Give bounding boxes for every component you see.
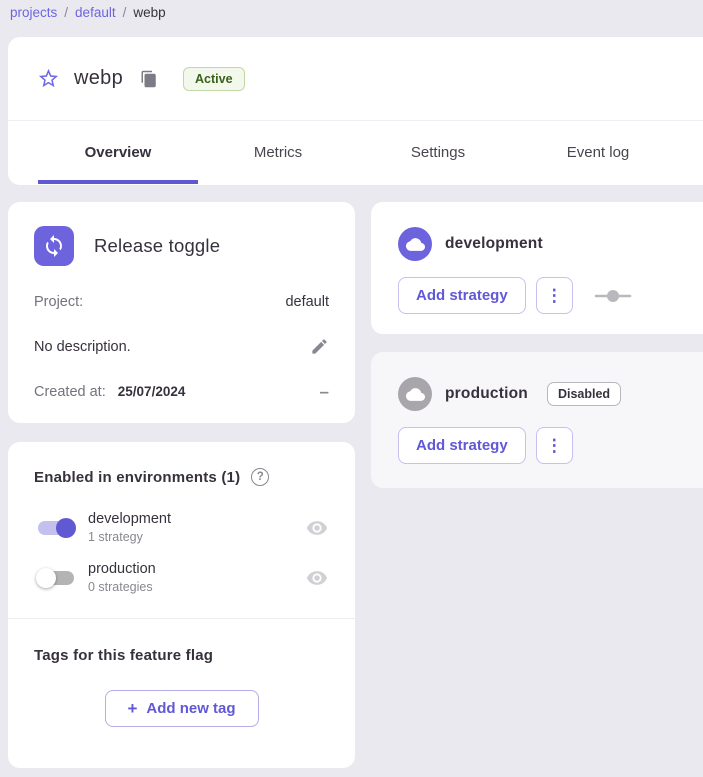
environment-row-production: production 0 strategies xyxy=(34,561,329,594)
add-new-tag-button[interactable]: + Add new tag xyxy=(105,690,259,727)
tab-overview[interactable]: Overview xyxy=(38,121,198,184)
created-at-row: Created at: 25/07/2024 – xyxy=(34,383,329,400)
environment-menu-button[interactable]: ⋮ xyxy=(536,427,573,464)
breadcrumb: projects / default / webp xyxy=(10,0,166,24)
feature-header-card: webp Active Overview Metrics Settings Ev… xyxy=(8,37,703,185)
favorite-star-icon[interactable] xyxy=(36,67,60,91)
disabled-badge: Disabled xyxy=(547,382,621,406)
created-at-label: Created at: xyxy=(34,384,106,400)
add-new-tag-label: Add new tag xyxy=(146,700,235,717)
tab-settings-label: Settings xyxy=(411,144,465,161)
tab-overview-label: Overview xyxy=(85,144,152,161)
plus-icon: + xyxy=(127,700,137,717)
environment-card-header: production Disabled xyxy=(398,377,703,411)
project-row: Project: default xyxy=(34,294,329,310)
release-toggle-icon xyxy=(34,226,74,266)
environment-card-header: development xyxy=(398,227,703,261)
cloud-icon xyxy=(398,377,432,411)
cloud-icon xyxy=(398,227,432,261)
environment-card-name: production xyxy=(445,385,528,403)
tab-event-log[interactable]: Event log xyxy=(518,121,678,184)
kebab-icon: ⋮ xyxy=(546,287,563,304)
collapse-details-icon[interactable]: – xyxy=(320,383,329,400)
tab-metrics[interactable]: Metrics xyxy=(198,121,358,184)
feature-title-row: webp Active xyxy=(8,37,703,121)
copy-name-icon[interactable] xyxy=(139,69,159,89)
section-divider xyxy=(8,618,355,619)
breadcrumb-separator: / xyxy=(64,5,68,20)
add-strategy-button[interactable]: Add strategy xyxy=(398,277,526,314)
environments-panel: Enabled in environments (1) ? developmen… xyxy=(8,442,355,768)
environment-card-development: development Add strategy ⋮ xyxy=(371,202,703,334)
environment-card-production: production Disabled Add strategy ⋮ xyxy=(371,352,703,488)
environment-row-development: development 1 strategy xyxy=(34,511,329,544)
breadcrumb-link-projects[interactable]: projects xyxy=(10,5,57,20)
environment-name: production xyxy=(88,561,305,577)
environment-card-name: development xyxy=(445,235,543,253)
breadcrumb-link-default[interactable]: default xyxy=(75,5,116,20)
environment-strategy-count: 1 strategy xyxy=(88,530,305,544)
environment-strategy-count: 0 strategies xyxy=(88,580,305,594)
tab-settings[interactable]: Settings xyxy=(358,121,518,184)
toggle-thumb xyxy=(56,518,76,538)
production-toggle[interactable] xyxy=(34,566,78,590)
breadcrumb-current-page: webp xyxy=(133,5,165,20)
tags-section-title: Tags for this feature flag xyxy=(34,647,329,664)
environment-texts: development 1 strategy xyxy=(88,511,305,544)
add-strategy-button[interactable]: Add strategy xyxy=(398,427,526,464)
page-title: webp xyxy=(74,67,123,90)
project-value: default xyxy=(285,294,329,310)
environment-texts: production 0 strategies xyxy=(88,561,305,594)
environments-panel-header: Enabled in environments (1) ? xyxy=(34,468,329,486)
preview-eye-icon[interactable] xyxy=(305,566,329,590)
feature-type-label: Release toggle xyxy=(94,235,220,257)
feature-tabs: Overview Metrics Settings Event log xyxy=(8,121,703,184)
strategy-connector-icon xyxy=(593,289,633,303)
environment-name: development xyxy=(88,511,305,527)
created-at-value: 25/07/2024 xyxy=(118,384,186,399)
minus-icon: – xyxy=(320,383,329,400)
environment-card-actions: Add strategy ⋮ xyxy=(398,277,703,314)
help-icon[interactable]: ? xyxy=(251,468,269,486)
development-toggle[interactable] xyxy=(34,516,78,540)
feature-details-card: Release toggle Project: default No descr… xyxy=(8,202,355,423)
edit-description-icon[interactable] xyxy=(310,337,329,356)
environment-card-actions: Add strategy ⋮ xyxy=(398,427,703,464)
environment-menu-button[interactable]: ⋮ xyxy=(536,277,573,314)
tab-metrics-label: Metrics xyxy=(254,144,302,161)
kebab-icon: ⋮ xyxy=(546,437,563,454)
description-row: No description. xyxy=(34,337,329,356)
status-badge: Active xyxy=(183,67,245,91)
project-label: Project: xyxy=(34,294,83,310)
toggle-thumb xyxy=(36,568,56,588)
description-text: No description. xyxy=(34,339,131,355)
tab-event-log-label: Event log xyxy=(567,144,630,161)
preview-eye-icon[interactable] xyxy=(305,516,329,540)
breadcrumb-separator: / xyxy=(123,5,127,20)
active-tab-indicator xyxy=(38,180,198,184)
feature-type-row: Release toggle xyxy=(34,226,329,266)
environments-panel-title: Enabled in environments (1) xyxy=(34,469,240,486)
